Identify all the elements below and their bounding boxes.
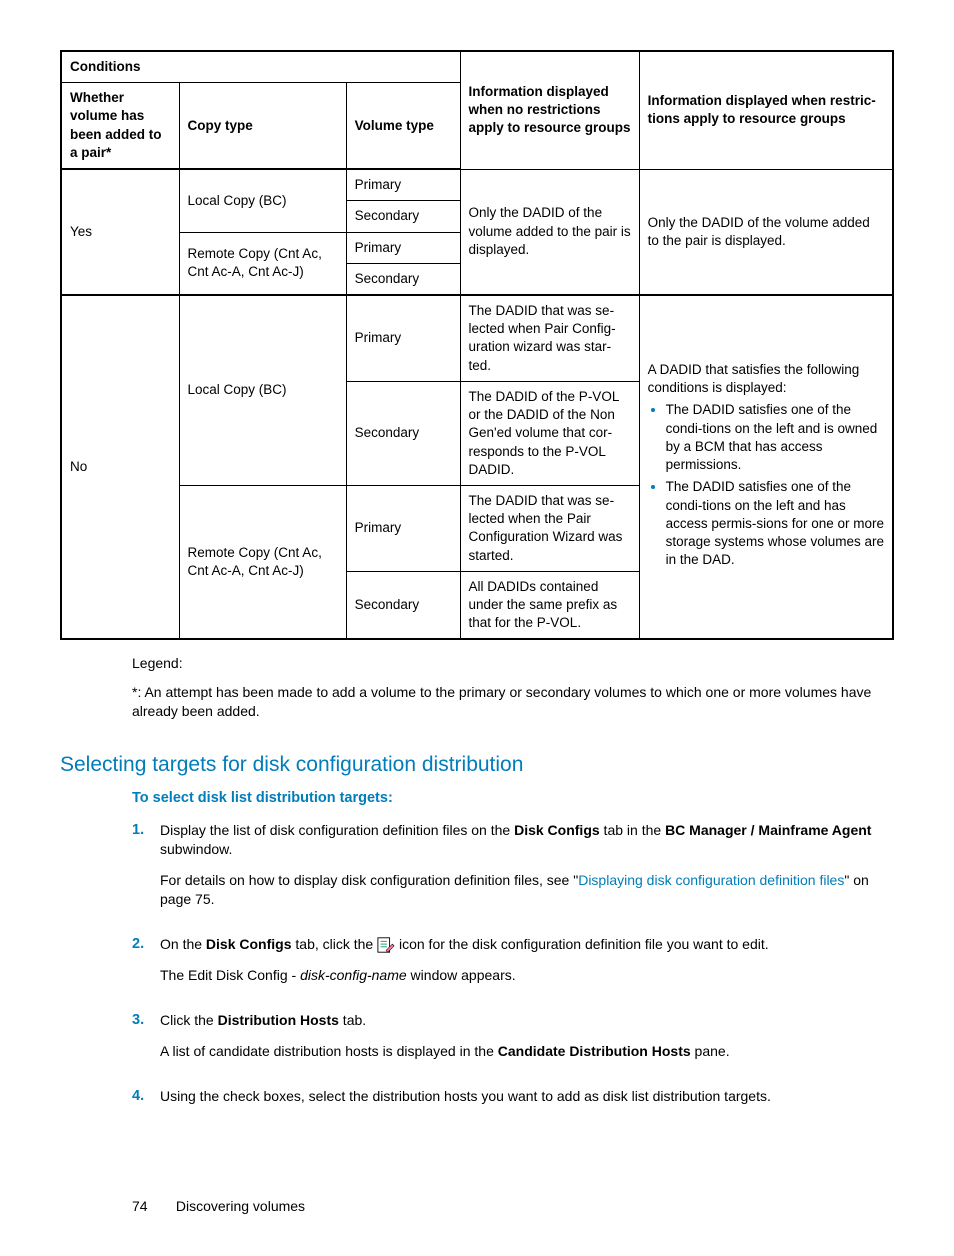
cell-yes-v1: Primary [346,169,460,201]
legend-note: *: An attempt has been made to add a vol… [132,683,894,721]
c5-b2: The DADID satisfies one of the condi-tio… [666,478,884,569]
cell-no-c4-2: The DADID of the P-VOL or the DADID of t… [460,381,639,485]
cell-no-v1: Primary [346,295,460,381]
step-2-p1: On the Disk Configs tab, click the icon … [160,935,894,954]
legend: Legend: *: An attempt has been made to a… [132,654,894,721]
cell-no-col5: A DADID that satisfies the following con… [639,295,893,640]
procedure-subhead: To select disk list distribution targets… [132,789,894,809]
legend-title: Legend: [132,654,894,673]
cell-yes-v3: Primary [346,232,460,263]
step-3-p1: Click the Distribution Hosts tab. [160,1011,894,1030]
step-2-p2: The Edit Disk Config - disk-config-name … [160,966,894,985]
chapter-title: Discovering volumes [176,1198,305,1214]
edit-icon [377,936,395,954]
displaying-link[interactable]: Displaying disk configuration definition… [578,872,844,888]
cell-no-c4-3: The DADID that was se-lected when the Pa… [460,485,639,571]
step-4-num: 4. [132,1087,160,1118]
disk-configs-bold: Disk Configs [514,822,600,838]
page-footer: 74 Discovering volumes [60,1197,894,1216]
cell-yes-copy1: Local Copy (BC) [179,169,346,232]
disk-config-name: disk-config-name [300,967,407,983]
cell-no-copy1: Local Copy (BC) [179,295,346,485]
step-2: 2. On the Disk Configs tab, click the ic… [132,935,894,997]
step-3-num: 3. [132,1011,160,1073]
step-1: 1. Display the list of disk configuratio… [132,821,894,921]
page-number: 74 [132,1197,172,1216]
c5-b1: The DADID satisfies one of the condi-tio… [666,401,884,474]
cell-no-c4-4: All DADIDs contained under the same pref… [460,571,639,639]
conditions-table: Conditions Information displayed when no… [60,50,894,640]
step-2-num: 2. [132,935,160,997]
cell-yes-col5: Only the DADID of the volume added to th… [639,169,893,295]
step-4-p1: Using the check boxes, select the distri… [160,1087,894,1106]
step-1-num: 1. [132,821,160,921]
cell-yes-copy2: Remote Copy (Cnt Ac, Cnt Ac-A, Cnt Ac-J) [179,232,346,295]
step-1-p1: Display the list of disk configuration d… [160,821,894,859]
c5-bullets: The DADID satisfies one of the condi-tio… [648,401,884,569]
cell-yes-col4: Only the DADID of the volume added to th… [460,169,639,295]
th-volume-type: Volume type [346,83,460,169]
th-conditions: Conditions [61,51,460,83]
th-copy-type: Copy type [179,83,346,169]
step-1-p2: For details on how to display disk confi… [160,871,894,909]
cell-yes-v2: Secondary [346,201,460,232]
cell-no: No [61,295,179,640]
c5-intro: A DADID that satisfies the following con… [648,362,860,395]
cell-no-v3: Primary [346,485,460,571]
th-info-no-restrict: Information displayed when no restrictio… [460,51,639,169]
step-3-p2: A list of candidate distribution hosts i… [160,1042,894,1061]
step-3: 3. Click the Distribution Hosts tab. A l… [132,1011,894,1073]
steps-list: 1. Display the list of disk configuratio… [132,821,894,1117]
cell-no-c4-1: The DADID that was se-lected when Pair C… [460,295,639,381]
bc-manager-bold: BC Manager / Mainframe Agent [665,822,871,838]
cell-no-v2: Secondary [346,381,460,485]
cell-no-v4: Secondary [346,571,460,639]
section-heading: Selecting targets for disk configuration… [60,751,894,779]
step-4: 4. Using the check boxes, select the dis… [132,1087,894,1118]
cell-yes: Yes [61,169,179,295]
th-whether: Whether volume has been added to a pair* [61,83,179,169]
cell-yes-v4: Secondary [346,263,460,295]
cell-no-copy2: Remote Copy (Cnt Ac, Cnt Ac-A, Cnt Ac-J) [179,485,346,639]
th-info-restrict: Information displayed when restric-tions… [639,51,893,169]
